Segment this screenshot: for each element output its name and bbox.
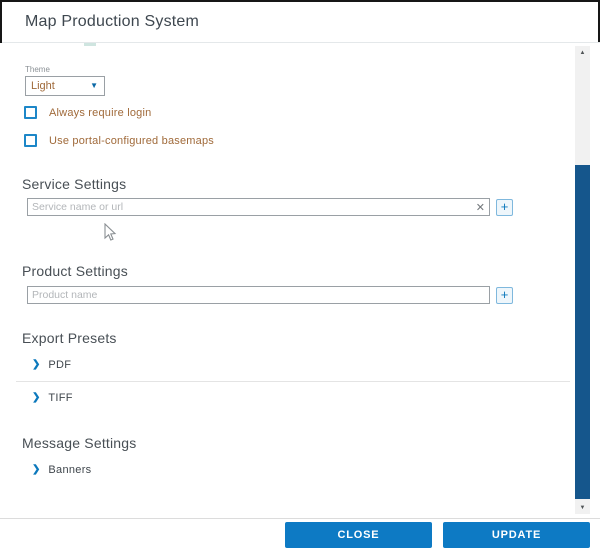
theme-field-group: Theme Light ▼ <box>25 65 105 96</box>
product-input-row: + <box>27 286 575 304</box>
message-settings-heading: Message Settings <box>22 435 136 451</box>
plus-icon: + <box>501 287 509 302</box>
chevron-down-icon: ▼ <box>90 82 98 90</box>
always-require-login-checkbox[interactable] <box>24 106 37 119</box>
preset-label: TIFF <box>48 392 72 404</box>
export-preset-tiff-expander[interactable]: ❯ TIFF <box>32 392 73 404</box>
dialog-footer: CLOSE UPDATE <box>0 518 600 557</box>
page-title: Map Production System <box>25 13 199 31</box>
update-button[interactable]: UPDATE <box>443 522 590 548</box>
theme-dropdown-value: Light <box>31 80 55 92</box>
product-name-field-wrap <box>27 286 490 304</box>
always-require-login-row[interactable]: Always require login <box>24 106 151 119</box>
plus-icon: + <box>501 199 509 214</box>
scrollbar-down-arrow[interactable]: ▼ <box>575 501 590 514</box>
service-input-row: ✕ + <box>27 198 575 216</box>
chevron-right-icon: ❯ <box>32 393 40 403</box>
scrollbar-up-arrow[interactable]: ▲ <box>575 46 590 59</box>
mouse-cursor-icon <box>103 223 117 243</box>
dialog-header: Map Production System <box>0 2 600 43</box>
theme-dropdown[interactable]: Light ▼ <box>25 76 105 96</box>
service-name-input[interactable] <box>28 199 489 215</box>
theme-label: Theme <box>25 65 105 74</box>
export-preset-pdf-expander[interactable]: ❯ PDF <box>32 359 71 371</box>
map-production-system-dialog: Map Production System Theme Light ▼ Alwa… <box>0 0 600 557</box>
chevron-right-icon: ❯ <box>32 465 40 475</box>
banners-expander[interactable]: ❯ Banners <box>32 464 91 476</box>
service-settings-heading: Service Settings <box>22 176 126 192</box>
preset-divider <box>16 381 570 382</box>
portal-basemaps-checkbox[interactable] <box>24 134 37 147</box>
portal-basemaps-row[interactable]: Use portal-configured basemaps <box>24 134 214 147</box>
preset-label: PDF <box>48 359 71 371</box>
scrollbar-thumb[interactable] <box>575 165 590 499</box>
checkbox-label: Use portal-configured basemaps <box>49 135 214 147</box>
vertical-scrollbar[interactable]: ▲ ▼ <box>575 46 590 514</box>
close-button[interactable]: CLOSE <box>285 522 432 548</box>
add-service-button[interactable]: + <box>496 199 513 216</box>
chevron-right-icon: ❯ <box>32 360 40 370</box>
settings-content: Theme Light ▼ Always require login Use p… <box>0 43 575 518</box>
product-settings-heading: Product Settings <box>22 263 128 279</box>
banners-label: Banners <box>48 464 91 476</box>
scroll-down-icon: ▼ <box>580 505 586 511</box>
scroll-up-icon: ▲ <box>580 50 586 56</box>
clear-icon[interactable]: ✕ <box>476 200 485 216</box>
add-product-button[interactable]: + <box>496 287 513 304</box>
checkbox-label: Always require login <box>49 107 151 119</box>
export-presets-heading: Export Presets <box>22 330 117 346</box>
scrolled-out-element-remnant <box>84 43 96 46</box>
dialog-scroll-body: Theme Light ▼ Always require login Use p… <box>0 43 600 518</box>
product-name-input[interactable] <box>28 287 489 303</box>
service-name-field-wrap: ✕ <box>27 198 490 216</box>
